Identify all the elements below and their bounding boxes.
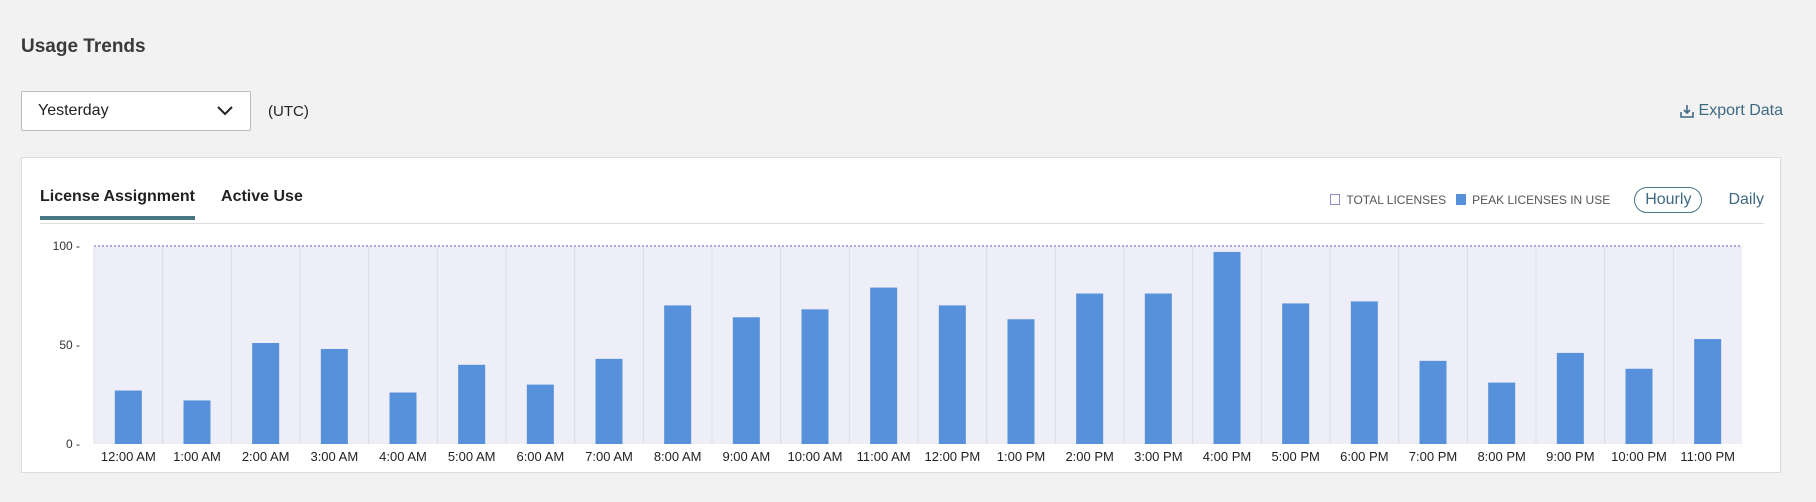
x-tick-label: 3:00 AM <box>310 449 358 464</box>
x-tick-label: 6:00 AM <box>516 449 564 464</box>
bar <box>1625 368 1653 444</box>
bar <box>389 392 417 444</box>
x-tick-label: 3:00 PM <box>1134 449 1182 464</box>
bar <box>664 305 692 444</box>
x-tick-label: 9:00 PM <box>1546 449 1594 464</box>
x-tick-label: 10:00 PM <box>1611 449 1667 464</box>
bar <box>1694 339 1722 444</box>
x-tick-label: 4:00 AM <box>379 449 427 464</box>
x-tick-label: 5:00 AM <box>448 449 496 464</box>
bar <box>114 390 142 444</box>
chevron-down-icon <box>217 106 233 116</box>
bar <box>1488 382 1516 444</box>
bar <box>938 305 966 444</box>
usage-bar-chart: 0 - 50 - 100 - 12:00 AM 1:00 AM 2:00 AM 3:00 A… <box>53 239 1742 464</box>
bar <box>732 317 760 444</box>
bar <box>1282 303 1310 444</box>
bar <box>1007 319 1035 444</box>
bar <box>1350 301 1378 444</box>
x-tick-label: 7:00 AM <box>585 449 633 464</box>
x-tick-label: 2:00 PM <box>1065 449 1113 464</box>
x-tick-label: 5:00 PM <box>1271 449 1319 464</box>
bar <box>183 400 211 444</box>
x-tick-label: 8:00 PM <box>1477 449 1525 464</box>
x-tick-label: 8:00 AM <box>654 449 702 464</box>
timezone-label: (UTC) <box>268 103 309 120</box>
x-tick-label: 9:00 AM <box>722 449 770 464</box>
x-tick-label: 11:00 PM <box>1680 449 1735 464</box>
export-data-button[interactable]: Export Data <box>1679 102 1783 120</box>
x-tick-label: 2:00 AM <box>242 449 290 464</box>
bar <box>801 309 829 444</box>
x-tick-label: 6:00 PM <box>1340 449 1388 464</box>
y-tick-label: 50 - <box>59 338 80 352</box>
download-icon <box>1679 105 1694 118</box>
bar <box>526 384 554 444</box>
export-data-label: Export Data <box>1698 102 1783 119</box>
x-tick-label: 1:00 AM <box>173 449 221 464</box>
x-tick-label: 10:00 AM <box>788 449 843 464</box>
usage-chart-card: License Assignment Active Use TOTAL LICE… <box>21 157 1781 473</box>
x-tick-label: 4:00 PM <box>1203 449 1251 464</box>
bar <box>320 348 348 444</box>
bar <box>1144 293 1172 444</box>
date-range-value: Yesterday <box>38 102 109 119</box>
bar <box>1556 352 1584 444</box>
x-tick-label: 1:00 PM <box>997 449 1045 464</box>
bar <box>458 364 486 444</box>
x-tick-label: 7:00 PM <box>1409 449 1457 464</box>
bar <box>252 343 280 444</box>
x-tick-label: 12:00 AM <box>101 449 156 464</box>
bar <box>1076 293 1104 444</box>
y-tick-label: 0 - <box>66 437 80 451</box>
bar <box>595 358 623 444</box>
x-tick-label: 11:00 AM <box>857 449 911 464</box>
page-title: Usage Trends <box>21 36 146 57</box>
bar <box>870 287 898 444</box>
y-tick-label: 100 - <box>53 239 80 253</box>
date-range-dropdown[interactable]: Yesterday <box>21 91 251 131</box>
bar <box>1213 251 1241 444</box>
bar <box>1419 360 1447 444</box>
x-tick-label: 12:00 PM <box>925 449 981 464</box>
